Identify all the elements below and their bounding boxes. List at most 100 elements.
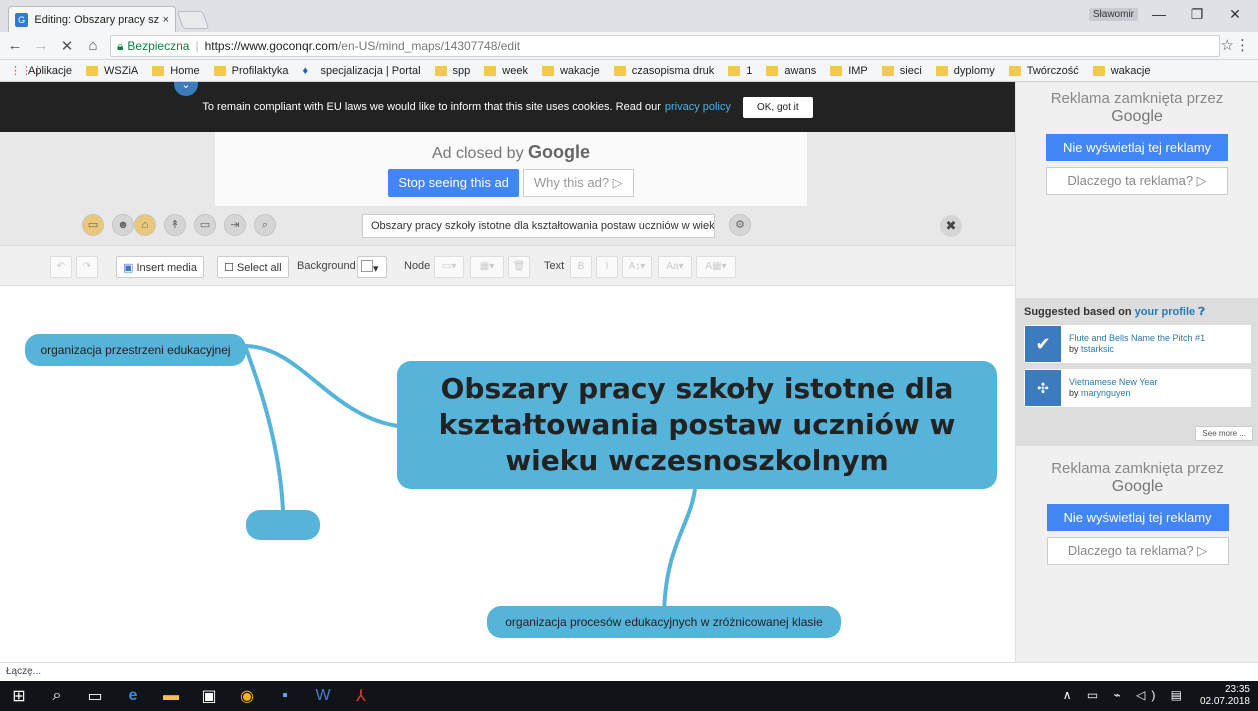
bookmark-link[interactable]: ♦ specjalizacja | Portal [302, 65, 420, 77]
bookmark-folder[interactable]: IMP [830, 65, 868, 77]
apps-grid-icon: ⋮⋮⋮ [10, 64, 43, 77]
delete-node-icon[interactable]: 🗑︎ [508, 256, 530, 278]
minimize-icon[interactable]: — [1144, 6, 1174, 22]
card-author[interactable]: tstarksic [1081, 344, 1114, 354]
browser-tab[interactable]: G Editing: Obszary pracy szk × [8, 6, 176, 32]
italic-icon[interactable]: I [596, 256, 618, 278]
folder-icon[interactable]: ▭ [82, 214, 104, 236]
back-arrow-icon[interactable]: ← [4, 37, 26, 54]
bookmark-folder[interactable]: WSZiA [86, 65, 138, 77]
card-title[interactable]: Vietnamese New Year [1069, 377, 1157, 388]
why-ad-button[interactable]: Dlaczego ta reklama? ▷ [1046, 537, 1229, 565]
system-tray-icons[interactable]: ∧ ▭ ⌁ ◁) ▤ [1063, 688, 1188, 702]
stop-ad-button[interactable]: Nie wyświetlaj tej reklamy [1046, 504, 1229, 531]
acrobat-icon[interactable]: ⅄ [342, 686, 380, 706]
mindmap-canvas[interactable]: organizacja przestrzeni edukacyjnej Obsz… [0, 286, 1015, 662]
new-tab-button[interactable] [176, 11, 210, 29]
bookmark-folder[interactable]: Profilaktyka [213, 65, 288, 77]
file-explorer-icon[interactable]: ▬ [152, 687, 190, 705]
select-all-button[interactable]: ☐ Select all [217, 256, 289, 278]
profile-button[interactable]: Sławomir [1088, 8, 1138, 21]
mindmap-node[interactable]: organizacja przestrzeni edukacyjnej [25, 334, 246, 366]
bookmark-folder[interactable]: spp [434, 65, 470, 77]
node-shape-dropdown[interactable]: ▭▾ [434, 256, 464, 278]
secure-label: Bezpieczna [127, 39, 190, 53]
bookmark-folder[interactable]: wakacje [541, 65, 600, 77]
bookmark-folder[interactable]: Twórczość [1008, 65, 1079, 77]
bookmark-folder[interactable]: 1 [728, 65, 752, 77]
export-icon[interactable]: ⇥ [224, 214, 246, 236]
home-icon[interactable]: ⌂ [82, 37, 104, 54]
node-color-dropdown[interactable]: ▦▾ [470, 256, 504, 278]
bookmark-folder[interactable]: sieci [881, 65, 922, 77]
text-color-dropdown[interactable]: A▦▾ [696, 256, 736, 278]
browser-status-bar: Łączę... [0, 662, 1258, 681]
bookmark-folder[interactable]: czasopisma druk [613, 65, 714, 77]
bookmark-apps[interactable]: ⋮⋮⋮ Aplikacje [10, 65, 72, 77]
folder-icon [541, 65, 554, 76]
bookmark-folder[interactable]: Home [152, 65, 200, 77]
mindmap-title-input[interactable]: Obszary pracy szkoły istotne dla kształt… [362, 214, 715, 238]
bookmark-star-icon[interactable]: ☆ [1221, 36, 1234, 54]
cookie-ok-button[interactable]: OK, got it [742, 96, 813, 118]
bookmark-folder[interactable]: dyplomy [935, 65, 995, 77]
address-separator: | [195, 39, 199, 53]
edge-icon[interactable]: e [114, 687, 152, 705]
forward-arrow-icon[interactable]: → [30, 37, 52, 54]
save-icon[interactable]: ▪ [266, 687, 304, 705]
tab-close-icon[interactable]: × [163, 14, 169, 26]
undo-icon[interactable]: ↶ [50, 256, 72, 278]
bookmark-folder[interactable]: wakacje [1092, 65, 1150, 77]
task-view-icon[interactable]: ▭ [76, 686, 114, 706]
lock-icon[interactable]: ⌂ [134, 214, 156, 236]
insert-media-button[interactable]: ▣ Insert media [116, 256, 204, 278]
formatting-toolbar: ↶ ↷ ▣ Insert media ☐ Select all Backgrou… [0, 246, 1015, 286]
store-icon[interactable]: ▣ [190, 686, 228, 706]
folder-icon [613, 65, 626, 76]
caret-down-icon: ▾ [373, 263, 379, 275]
stop-seeing-ad-button[interactable]: Stop seeing this ad [388, 169, 519, 197]
search-icon[interactable]: ⌕ [38, 687, 76, 705]
window-close-icon[interactable]: ✕ [1220, 6, 1250, 23]
bold-icon[interactable]: B [570, 256, 592, 278]
your-profile-link[interactable]: your profile [1135, 306, 1196, 318]
see-more-button[interactable]: See more ... [1195, 426, 1253, 441]
suggested-card[interactable]: ✣ Vietnamese New Year by marynguyen [1024, 369, 1251, 407]
clock[interactable]: 23:35 02.07.2018 [1200, 684, 1250, 708]
word-icon[interactable]: W [304, 687, 342, 705]
redo-icon[interactable]: ↷ [76, 256, 98, 278]
central-node[interactable]: Obszary pracy szkoły istotne dla kształt… [397, 361, 997, 489]
why-ad-button[interactable]: Dlaczego ta reklama? ▷ [1046, 167, 1228, 195]
font-size-dropdown[interactable]: A↕▾ [622, 256, 652, 278]
address-input[interactable]: 🔒︎ Bezpieczna | https://www.goconqr.com … [110, 35, 1220, 57]
restore-icon[interactable]: ❐ [1182, 6, 1212, 23]
presentation-icon[interactable]: ▭ [194, 214, 216, 236]
settings-icon[interactable]: ⚙ [729, 214, 751, 236]
stop-loading-icon[interactable]: ✕ [56, 37, 78, 55]
goconqr-favicon-icon: G [15, 12, 29, 27]
url-path: /en-US/mind_maps/14307748/edit [337, 39, 521, 53]
share-icon[interactable]: ☻ [112, 214, 134, 236]
chrome-icon[interactable]: ◉ [228, 686, 266, 706]
web-page: To remain compliant with EU laws we woul… [0, 82, 1258, 662]
privacy-policy-link[interactable]: privacy policy [665, 101, 731, 113]
suggested-card[interactable]: ✔ Flute and Bells Name the Pitch #1 by t… [1024, 325, 1251, 363]
mindmap-node-empty[interactable] [246, 510, 320, 540]
bookmark-folder[interactable]: week [484, 65, 528, 77]
why-this-ad-button[interactable]: Why this ad? ▷ [522, 169, 634, 197]
close-editor-icon[interactable]: ✖ [940, 215, 962, 237]
zoom-icon[interactable]: ⌕ [254, 214, 276, 236]
card-author[interactable]: marynguyen [1081, 388, 1131, 398]
bookmark-folder[interactable]: awans [766, 65, 816, 77]
help-icon[interactable]: ❓︎ [1198, 306, 1205, 318]
mindmap-node[interactable]: organizacja procesów edukacyjnych w zróż… [487, 606, 841, 638]
stop-ad-button[interactable]: Nie wyświetlaj tej reklamy [1046, 134, 1228, 161]
windows-start-icon[interactable]: ⊞ [0, 686, 38, 706]
chrome-menu-icon[interactable]: ⋮ [1235, 36, 1250, 54]
font-family-dropdown[interactable]: Aa▾ [658, 256, 692, 278]
background-color-picker[interactable]: ▾ [357, 256, 387, 278]
card-title[interactable]: Flute and Bells Name the Pitch #1 [1069, 333, 1205, 344]
text-label: Text [544, 260, 565, 272]
flag-icon[interactable]: ↟ [164, 214, 186, 236]
folder-icon [484, 65, 497, 76]
